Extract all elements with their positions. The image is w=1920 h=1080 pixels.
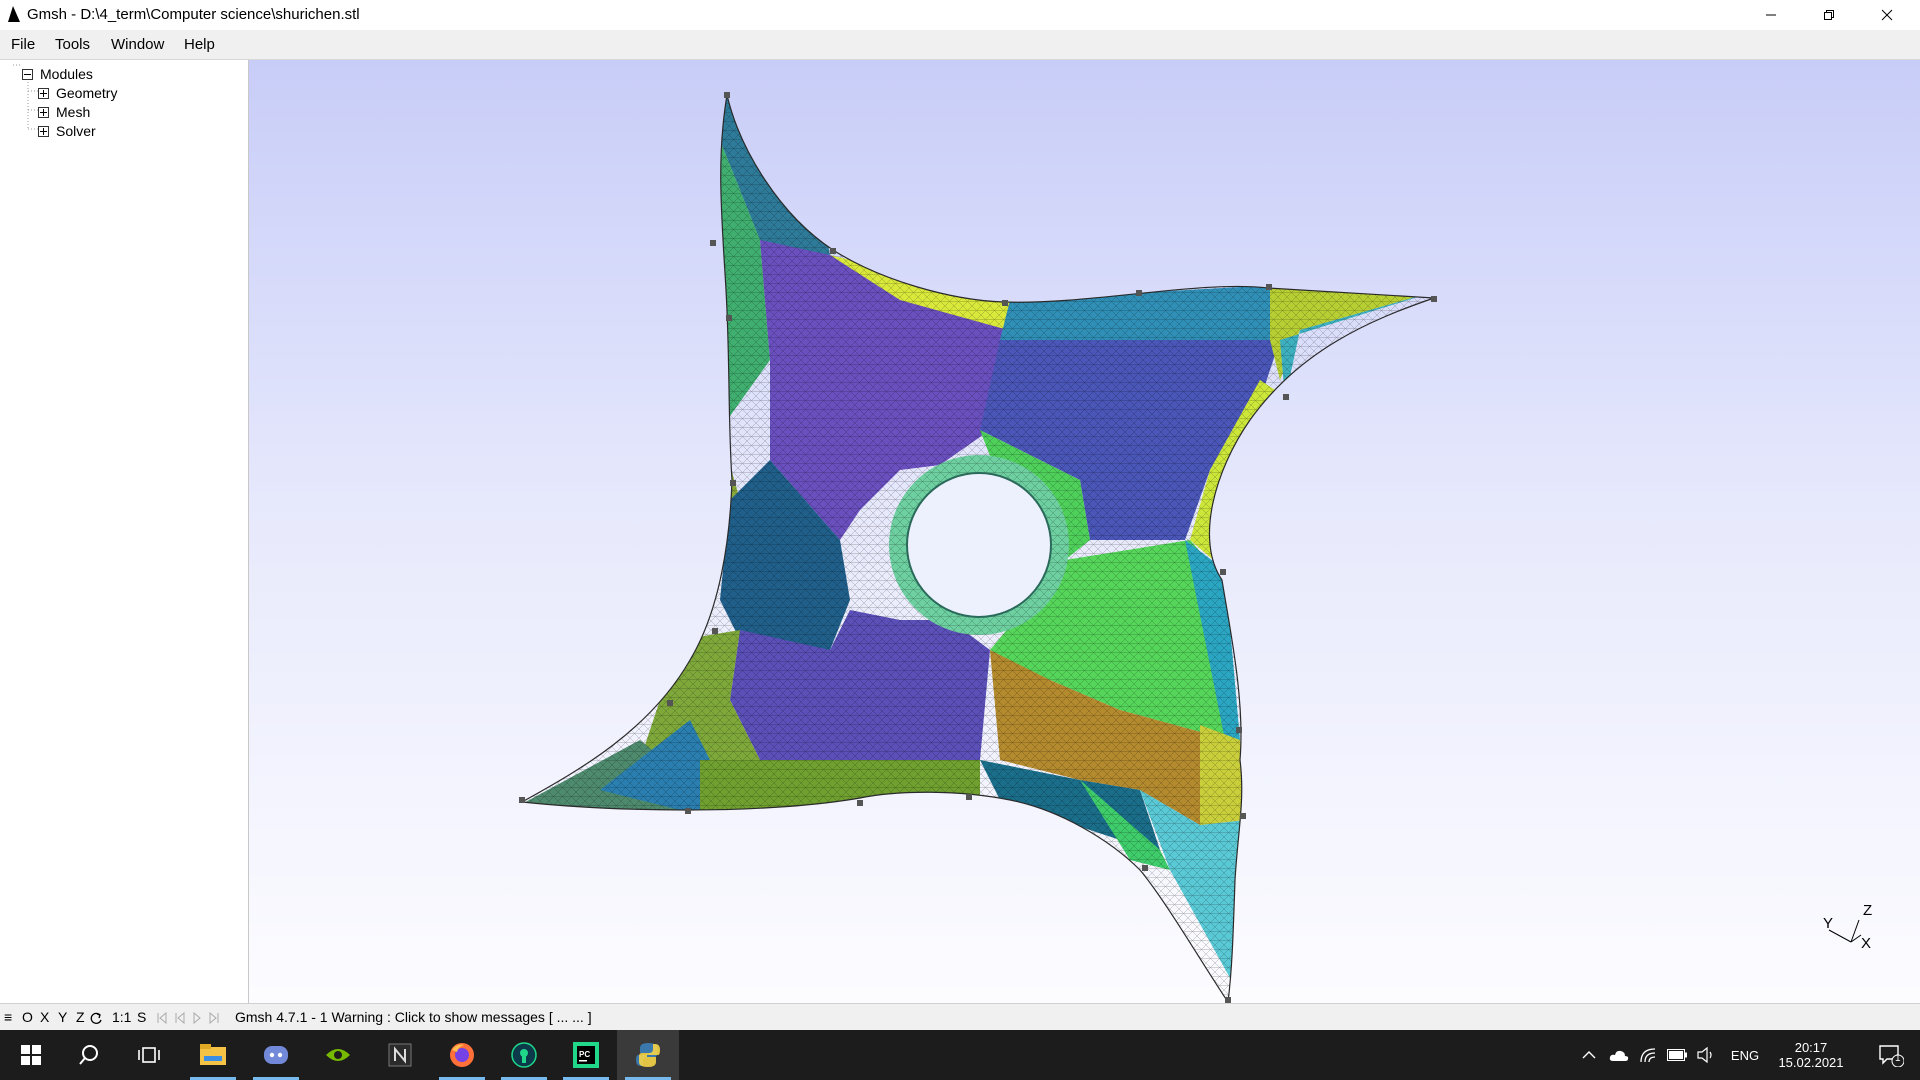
svg-text:PC: PC <box>579 1050 590 1059</box>
expand-icon[interactable] <box>38 87 49 99</box>
tree-item-modules[interactable]: Modules <box>22 66 93 82</box>
module-tree-panel: Modules Geometry Mesh Solver <box>0 60 249 1057</box>
minimize-button[interactable] <box>1742 0 1800 30</box>
speaker-icon <box>1697 1047 1712 1063</box>
nvidia-icon <box>326 1049 350 1061</box>
view-ortho-button[interactable]: O <box>22 1009 33 1025</box>
volume-tray[interactable] <box>1692 1030 1720 1080</box>
show-hidden-icons-button[interactable] <box>1576 1030 1602 1080</box>
collapse-icon[interactable] <box>22 68 33 80</box>
axes-gizmo: Z X Y <box>1823 902 1872 952</box>
language-indicator[interactable]: ENG <box>1724 1030 1766 1080</box>
view-z-button[interactable]: Z <box>76 1009 85 1025</box>
tree-label-solver: Solver <box>56 123 96 139</box>
tree-item-geometry[interactable]: Geometry <box>38 85 117 101</box>
status-message[interactable]: Gmsh 4.7.1 - 1 Warning : Click to show m… <box>235 1009 592 1025</box>
menu-bar: File Tools Window Help <box>0 30 1920 60</box>
action-center-button[interactable]: 1 <box>1866 1030 1916 1080</box>
taskbar-pycharm[interactable]: PC <box>555 1030 617 1080</box>
center-hole <box>906 472 1052 618</box>
close-button[interactable] <box>1858 0 1916 30</box>
taskbar-pycharm-ce[interactable] <box>493 1030 555 1080</box>
taskbar-notion[interactable] <box>369 1030 431 1080</box>
tree-item-mesh[interactable]: Mesh <box>38 104 90 120</box>
taskbar-file-explorer[interactable] <box>182 1030 244 1080</box>
minimize-icon <box>1766 14 1776 16</box>
expand-icon[interactable] <box>38 125 49 137</box>
menu-help[interactable]: Help <box>184 36 215 53</box>
file-explorer-icon <box>200 1044 226 1065</box>
mesh-model[interactable] <box>249 60 1920 1003</box>
network-tray[interactable] <box>1634 1030 1662 1080</box>
window-title: Gmsh - D:\4_term\Computer science\shuric… <box>27 6 360 23</box>
firefox-icon <box>450 1043 474 1067</box>
tree-label-modules: Modules <box>40 66 93 82</box>
cloud-icon <box>1609 1050 1629 1061</box>
menu-file[interactable]: File <box>11 36 35 53</box>
clock-time: 20:17 <box>1794 1040 1828 1055</box>
tree-label-mesh: Mesh <box>56 104 91 120</box>
axis-y-label: Y <box>1823 915 1833 932</box>
taskbar-nvidia[interactable] <box>307 1030 369 1080</box>
view-y-button[interactable]: Y <box>58 1009 67 1025</box>
axis-x-label: X <box>1861 935 1871 952</box>
taskbar-firefox[interactable] <box>431 1030 493 1080</box>
view-x-button[interactable]: X <box>40 1009 49 1025</box>
close-icon <box>1881 9 1893 21</box>
rotate-icon[interactable] <box>90 1011 104 1025</box>
title-bar: Gmsh - D:\4_term\Computer science\shuric… <box>0 0 1920 30</box>
menu-window[interactable]: Window <box>111 36 164 53</box>
status-bar: ≡ O X Y Z 1:1 S Gmsh 4.7.1 - 1 Warning :… <box>0 1003 1920 1031</box>
onedrive-tray[interactable] <box>1605 1030 1633 1080</box>
mesh-overlay <box>522 95 1434 1002</box>
gmsh-logo-icon <box>8 6 20 22</box>
tree-label-geometry: Geometry <box>56 85 118 101</box>
taskbar-discord[interactable] <box>245 1030 307 1080</box>
clock[interactable]: 20:17 15.02.2021 <box>1768 1030 1854 1080</box>
animation-controls[interactable] <box>156 1012 224 1024</box>
menu-tools[interactable]: Tools <box>55 36 90 53</box>
task-view-button[interactable] <box>118 1030 180 1080</box>
scale-button[interactable]: 1:1 <box>112 1009 131 1025</box>
notion-icon <box>388 1043 412 1067</box>
taskbar-python-gmsh[interactable] <box>617 1030 679 1080</box>
s-button[interactable]: S <box>137 1009 146 1025</box>
chevron-up-icon <box>1582 1051 1596 1059</box>
python-icon <box>636 1043 660 1067</box>
task-view-icon <box>138 1047 160 1063</box>
taskbar: PC ENG 20:17 15.02.2021 1 <box>0 1030 1920 1080</box>
notification-count: 1 <box>1895 1053 1901 1064</box>
wifi-icon <box>1640 1048 1656 1063</box>
start-icon <box>21 1045 41 1065</box>
axis-z-label: Z <box>1863 902 1872 919</box>
search-icon <box>79 1045 98 1065</box>
battery-tray[interactable] <box>1662 1030 1692 1080</box>
pycharm-ce-icon <box>511 1042 537 1068</box>
tree-item-solver[interactable]: Solver <box>38 123 96 139</box>
pycharm-icon: PC <box>573 1042 599 1068</box>
graphics-viewport[interactable]: Z X Y <box>249 60 1920 1003</box>
status-menu-button[interactable]: ≡ <box>4 1009 12 1025</box>
battery-icon <box>1667 1049 1687 1061</box>
search-button[interactable] <box>58 1030 120 1080</box>
expand-icon[interactable] <box>38 106 49 118</box>
restore-icon <box>1824 10 1834 20</box>
clock-date: 15.02.2021 <box>1778 1055 1844 1070</box>
restore-button[interactable] <box>1800 0 1858 30</box>
discord-icon <box>264 1046 288 1064</box>
start-button[interactable] <box>0 1030 62 1080</box>
